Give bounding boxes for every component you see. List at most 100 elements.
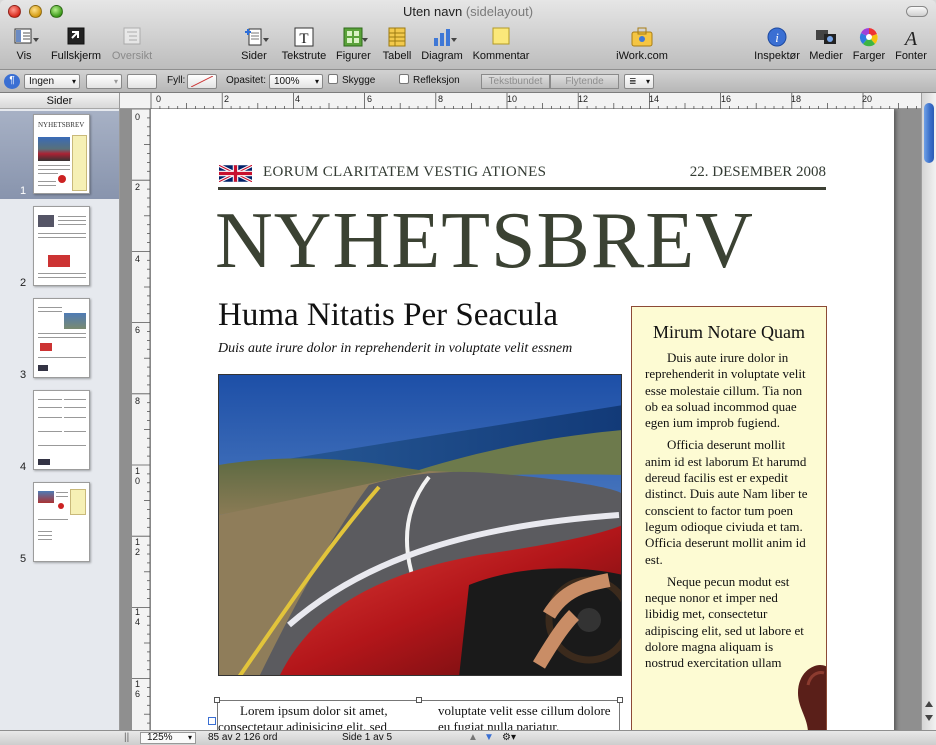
opacity-value: 100% (274, 76, 300, 87)
fill-color-well[interactable] (187, 74, 217, 89)
sidebar-resize-handle[interactable]: || (124, 732, 129, 743)
body-textbox[interactable]: Lorem ipsum dolor sit amet, consectetaur… (208, 697, 623, 730)
shapes-icon (340, 26, 368, 48)
opacity-field[interactable]: 100% ▾ (269, 74, 323, 89)
chevron-down-icon: ▾ (113, 77, 118, 86)
iwork-icon (629, 26, 655, 48)
chevron-down-icon: ▾ (187, 733, 192, 742)
ruler-label: 16 (135, 679, 141, 699)
window-title: Uten navn (sidelayout) (0, 4, 936, 19)
document-page[interactable]: EORUM CLARITATEM VESTIG ATIONES 22. DESE… (151, 109, 894, 730)
zoom-value: 125% (147, 732, 173, 743)
ruler-label: 14 (649, 94, 660, 104)
stroke-width-select[interactable]: ▾ (86, 74, 122, 89)
ruler-label: 2 (224, 94, 230, 104)
ruler-label: 4 (135, 254, 141, 264)
inspector-label: Inspektør (754, 50, 800, 62)
scrollbar-thumb[interactable] (924, 103, 934, 163)
car-photo[interactable] (218, 374, 622, 676)
reflection-checkbox-box[interactable] (399, 74, 409, 84)
wrap-inline-button[interactable]: Tekstbundet (481, 74, 550, 89)
outline-button[interactable]: Oversikt (110, 26, 154, 66)
resize-handle[interactable] (617, 697, 623, 703)
page-thumbnail-5[interactable]: 5 (0, 479, 119, 567)
document-canvas[interactable]: EORUM CLARITATEM VESTIG ATIONES 22. DESE… (120, 109, 921, 730)
masthead-tagline[interactable]: EORUM CLARITATEM VESTIG ATIONES (263, 164, 546, 181)
article-subheading[interactable]: Duis aute irure dolor in reprehenderit i… (218, 341, 572, 357)
newsletter-title[interactable]: NYHETSBREV (215, 201, 754, 281)
template-name: (sidelayout) (465, 4, 534, 19)
page-thumbnail-2[interactable]: 2 (0, 203, 119, 291)
article-headline[interactable]: Huma Nitatis Per Seacula (218, 297, 558, 334)
ruler-label: 0 (156, 94, 162, 104)
fullscreen-button[interactable]: Fullskjerm (48, 26, 104, 66)
scroll-up-arrow-icon[interactable] (925, 701, 933, 707)
horizontal-ruler[interactable]: 0 2 4 6 8 10 12 14 16 18 20 (120, 93, 921, 109)
colors-button[interactable]: Farger (851, 26, 887, 66)
body-column-1: Lorem ipsum dolor sit amet, consectetaur… (218, 703, 388, 730)
shapes-button[interactable]: Figurer (336, 26, 371, 66)
iwork-share-button[interactable]: iWork.com (614, 26, 670, 66)
wrap-floating-button[interactable]: Flytende (550, 74, 619, 89)
chart-button[interactable]: Diagram (421, 26, 463, 66)
page-thumbnail-4[interactable]: 4 (0, 387, 119, 475)
uk-flag-icon (219, 165, 252, 182)
table-button[interactable]: Tabell (380, 26, 414, 66)
page-thumbnail-1[interactable]: NYHETSBREV 1 (0, 111, 119, 199)
ruler-label: 14 (135, 607, 141, 627)
pages-button[interactable]: Sider (237, 26, 271, 66)
view-icon (11, 26, 39, 48)
stroke-style-select[interactable]: Ingen ▾ (24, 74, 80, 89)
textbox-button[interactable]: T Tekstrute (279, 26, 329, 66)
text-overflow-indicator[interactable] (208, 717, 216, 725)
shadow-checkbox-box[interactable] (328, 74, 338, 84)
resize-handle[interactable] (416, 697, 422, 703)
paragraph-styles-icon[interactable]: ¶ (4, 74, 20, 89)
body-column-2: voluptate velit esse cillum dolore eu fu… (438, 703, 611, 730)
wrap-icon: ≣ (629, 76, 637, 86)
status-bar: || 125% ▾ 85 av 2 126 ord Side 1 av 5 ▲ … (0, 730, 936, 745)
scroll-down-arrow-icon[interactable] (925, 715, 933, 721)
ruler-label: 20 (862, 94, 873, 104)
sign-decoration (798, 665, 826, 730)
view-label: Vis (16, 50, 32, 62)
sidebar-title: Sider (0, 93, 119, 109)
vertical-scrollbar[interactable] (921, 93, 936, 730)
previous-page-icon[interactable]: ▲ (468, 732, 478, 743)
issue-date[interactable]: 22. DESEMBER 2008 (690, 164, 826, 181)
gear-icon[interactable]: ⚙▾ (502, 732, 516, 743)
toolbar-toggle-button[interactable] (906, 6, 928, 17)
resize-handle[interactable] (214, 697, 220, 703)
sidebar-heading: Mirum Notare Quam (653, 322, 805, 342)
table-label: Tabell (382, 50, 412, 62)
colors-icon (856, 26, 882, 48)
inspector-button[interactable]: i Inspektør (753, 26, 801, 66)
stroke-color-well[interactable] (127, 74, 157, 89)
view-button[interactable]: Vis (10, 26, 39, 66)
ruler-label: 16 (721, 94, 732, 104)
chevron-down-icon: ▾ (71, 77, 76, 86)
fullscreen-label: Fullskjerm (50, 50, 102, 62)
shadow-checkbox[interactable]: Skygge (328, 74, 375, 89)
comment-button[interactable]: Kommentar (472, 26, 530, 66)
sidebar-textbox[interactable]: Mirum Notare Quam Duis aute irure dolor … (631, 306, 827, 730)
stroke-style-value: Ingen (29, 76, 55, 87)
fonts-button[interactable]: A Fonter (893, 26, 929, 66)
sidebar-paragraph: Officia deserunt mollit anim id est labo… (645, 437, 808, 567)
page-thumbnail-3[interactable]: 3 (0, 295, 119, 383)
pages-icon (241, 26, 269, 48)
ruler-ticks (132, 109, 150, 724)
text-wrap-menu[interactable]: ≣ ▾ (624, 74, 654, 89)
media-button[interactable]: Medier (808, 26, 844, 66)
reflection-checkbox[interactable]: Refleksjon (399, 74, 460, 89)
word-count: 85 av 2 126 ord (208, 732, 278, 743)
table-icon (384, 26, 410, 48)
zoom-select[interactable]: 125% ▾ (140, 732, 196, 744)
page-preview (33, 298, 90, 378)
page-number: 3 (20, 369, 27, 381)
next-page-icon[interactable]: ▼ (484, 732, 494, 743)
textbox-icon: T (291, 26, 317, 48)
comment-icon (488, 26, 514, 48)
vertical-ruler[interactable]: 0 2 4 6 8 10 12 14 16 (132, 109, 150, 730)
chart-icon (429, 26, 457, 48)
